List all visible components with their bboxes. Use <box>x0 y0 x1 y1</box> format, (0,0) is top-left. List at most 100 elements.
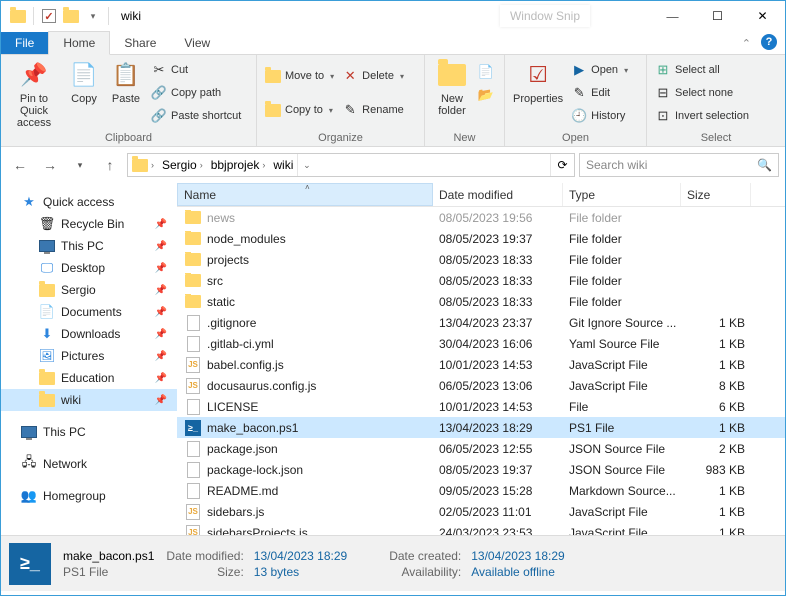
copy-button[interactable]: 📄 Copy <box>63 57 105 107</box>
help-icon[interactable]: ? <box>761 34 777 50</box>
paste-shortcut-button[interactable]: 🔗Paste shortcut <box>149 105 243 127</box>
file-row[interactable]: .gitignore13/04/2023 23:37Git Ignore Sou… <box>177 312 785 333</box>
file-row[interactable]: JSdocusaurus.config.js06/05/2023 13:06Ja… <box>177 375 785 396</box>
nav-downloads[interactable]: ⬇Downloads📌 <box>1 323 177 345</box>
close-button[interactable]: ✕ <box>740 1 785 31</box>
file-row[interactable]: README.md09/05/2023 15:28Markdown Source… <box>177 480 785 501</box>
tab-view[interactable]: View <box>170 32 224 54</box>
file-date: 10/01/2023 14:53 <box>433 358 563 372</box>
recent-dropdown[interactable]: ▾ <box>67 152 93 178</box>
nav-education[interactable]: Education📌 <box>1 367 177 389</box>
properties-button[interactable]: ☑ Properties <box>509 57 567 107</box>
tab-share[interactable]: Share <box>110 32 170 54</box>
file-size: 1 KB <box>681 337 751 351</box>
file-type: JavaScript File <box>563 358 681 372</box>
paste-button[interactable]: 📋 Paste <box>105 57 147 107</box>
folder-icon <box>39 392 55 408</box>
address-bar[interactable]: › Sergio› bbjprojek› wiki ⌄ ⟳ <box>127 153 575 177</box>
new-item-button[interactable]: 📄 <box>477 61 495 83</box>
file-type: File folder <box>563 232 681 246</box>
col-name[interactable]: Name˄ <box>177 183 433 206</box>
file-row[interactable]: JSbabel.config.js10/01/2023 14:53JavaScr… <box>177 354 785 375</box>
select-all-button[interactable]: ⊞Select all <box>653 59 751 81</box>
file-icon <box>185 315 201 331</box>
minimize-button[interactable]: — <box>650 1 695 31</box>
file-row[interactable]: JSsidebars.js02/05/2023 11:01JavaScript … <box>177 501 785 522</box>
details-size-label: Size: <box>166 565 243 579</box>
file-date: 09/05/2023 15:28 <box>433 484 563 498</box>
file-date: 08/05/2023 18:33 <box>433 295 563 309</box>
back-button[interactable]: ← <box>7 152 33 178</box>
tab-file[interactable]: File <box>1 32 48 54</box>
nav-this-pc-pinned[interactable]: This PC📌 <box>1 235 177 257</box>
file-row[interactable]: JSsidebarsProjects.js24/03/2023 23:53Jav… <box>177 522 785 535</box>
new-folder-button[interactable]: New folder <box>429 57 475 119</box>
col-date[interactable]: Date modified <box>433 183 563 206</box>
file-size: 8 KB <box>681 379 751 393</box>
search-input[interactable]: Search wiki 🔍 <box>579 153 779 177</box>
file-list[interactable]: news08/05/2023 19:56File foldernode_modu… <box>177 207 785 535</box>
delete-icon: ✕ <box>342 68 358 84</box>
address-dropdown-icon[interactable]: ⌄ <box>297 154 315 176</box>
file-type: File <box>563 400 681 414</box>
nav-recycle-bin[interactable]: 🗑Recycle Bin📌 <box>1 213 177 235</box>
ribbon-collapse-icon[interactable]: ⌃ <box>736 33 757 54</box>
select-none-icon: ⊟ <box>655 85 671 101</box>
qat-properties-icon[interactable]: ✓ <box>38 5 60 27</box>
pin-icon: 📌 <box>155 329 167 340</box>
col-type[interactable]: Type <box>563 183 681 206</box>
file-row[interactable]: .gitlab-ci.yml30/04/2023 16:06Yaml Sourc… <box>177 333 785 354</box>
delete-button[interactable]: ✕Delete▾ <box>340 65 406 87</box>
file-row[interactable]: projects08/05/2023 18:33File folder <box>177 249 785 270</box>
nav-quick-access[interactable]: ★Quick access <box>1 191 177 213</box>
file-row[interactable]: LICENSE10/01/2023 14:53File6 KB <box>177 396 785 417</box>
move-to-button[interactable]: Move to▾ <box>263 65 336 87</box>
file-row[interactable]: src08/05/2023 18:33File folder <box>177 270 785 291</box>
qat-newfolder-icon[interactable] <box>60 5 82 27</box>
nav-pictures[interactable]: 🖼Pictures📌 <box>1 345 177 367</box>
nav-network[interactable]: 🖧Network <box>1 453 177 475</box>
refresh-button[interactable]: ⟳ <box>550 154 574 176</box>
file-size: 1 KB <box>681 484 751 498</box>
column-headers: Name˄ Date modified Type Size <box>177 183 785 207</box>
file-type: File folder <box>563 253 681 267</box>
select-none-button[interactable]: ⊟Select none <box>653 82 751 104</box>
file-row[interactable]: package.json06/05/2023 12:55JSON Source … <box>177 438 785 459</box>
nav-desktop[interactable]: 🖵Desktop📌 <box>1 257 177 279</box>
cut-button[interactable]: ✂Cut <box>149 59 243 81</box>
folder-icon <box>185 252 201 268</box>
sort-asc-icon: ˄ <box>305 183 310 192</box>
nav-documents[interactable]: 📄Documents📌 <box>1 301 177 323</box>
history-button[interactable]: 🕘History <box>569 105 630 127</box>
invert-selection-button[interactable]: ⊡Invert selection <box>653 105 751 127</box>
pin-to-quick-access-button[interactable]: 📌 Pin to Quick access <box>5 57 63 131</box>
up-button[interactable]: ↑ <box>97 152 123 178</box>
nav-homegroup[interactable]: 👥Homegroup <box>1 485 177 507</box>
tab-home[interactable]: Home <box>48 31 110 55</box>
nav-this-pc[interactable]: This PC <box>1 421 177 443</box>
copy-path-button[interactable]: 🔗Copy path <box>149 82 243 104</box>
cut-icon: ✂ <box>151 62 167 78</box>
nav-sergio[interactable]: Sergio📌 <box>1 279 177 301</box>
file-name: docusaurus.config.js <box>207 379 316 393</box>
js-file-icon: JS <box>185 504 201 520</box>
qat-dropdown-icon[interactable]: ▾ <box>82 5 104 27</box>
file-row[interactable]: package-lock.json08/05/2023 19:37JSON So… <box>177 459 785 480</box>
easy-access-button[interactable]: 📂 <box>477 84 495 106</box>
forward-button[interactable]: → <box>37 152 63 178</box>
nav-wiki[interactable]: wiki📌 <box>1 389 177 411</box>
details-file-icon: ≥_ <box>9 543 51 585</box>
copy-to-button[interactable]: Copy to▾ <box>263 99 336 121</box>
col-size[interactable]: Size <box>681 183 751 206</box>
file-row[interactable]: static08/05/2023 18:33File folder <box>177 291 785 312</box>
maximize-button[interactable]: ☐ <box>695 1 740 31</box>
file-row[interactable]: news08/05/2023 19:56File folder <box>177 207 785 228</box>
file-type: Markdown Source... <box>563 484 681 498</box>
file-row[interactable]: node_modules08/05/2023 19:37File folder <box>177 228 785 249</box>
open-button[interactable]: ▶Open▾ <box>569 59 630 81</box>
edit-button[interactable]: ✎Edit <box>569 82 630 104</box>
file-type: JavaScript File <box>563 379 681 393</box>
rename-button[interactable]: ✎Rename <box>340 99 406 121</box>
invert-selection-icon: ⊡ <box>655 108 671 124</box>
file-row[interactable]: ≥_make_bacon.ps113/04/2023 18:29PS1 File… <box>177 417 785 438</box>
